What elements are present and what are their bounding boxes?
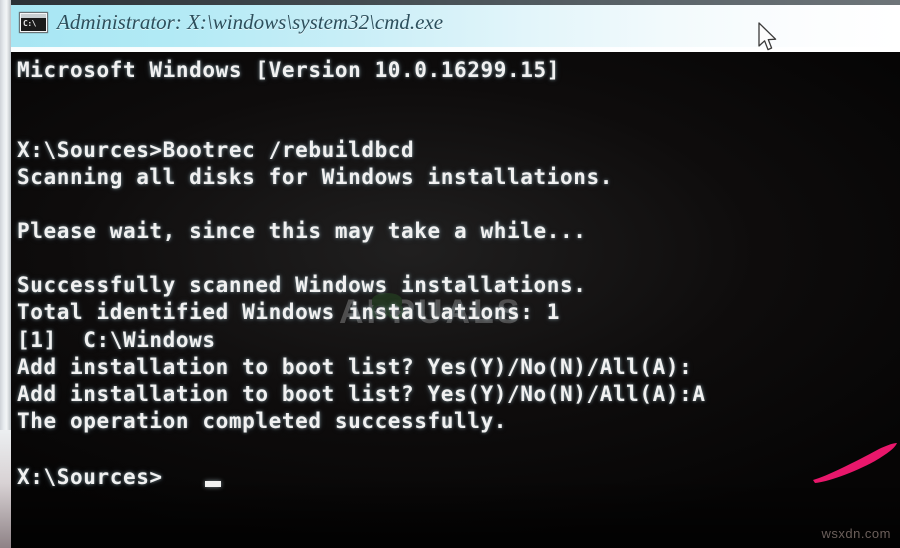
console-line: X:\Sources>: [17, 465, 163, 489]
console-line: Add installation to boot list? Yes(Y)/No…: [17, 355, 693, 379]
site-credit: wsxdn.com: [821, 526, 891, 541]
console-window[interactable]: APPUALS Microsoft Windows [Version 10.0.…: [9, 52, 900, 548]
console-line: Please wait, since this may take a while…: [17, 219, 587, 243]
console-line: Add installation to boot list? Yes(Y)/No…: [17, 382, 706, 406]
console-line: Microsoft Windows [Version 10.0.16299.15…: [17, 58, 560, 82]
console-line: The operation completed successfully.: [17, 409, 507, 433]
console-line: Total identified Windows installations: …: [17, 300, 560, 324]
screenshot-photo: C:\ Administrator: X:\windows\system32\c…: [0, 0, 900, 548]
cmd-exe-icon[interactable]: C:\: [19, 12, 48, 33]
titlebar-content: C:\ Administrator: X:\windows\system32\c…: [19, 12, 443, 33]
console-line: X:\Sources>Bootrec /rebuildbcd: [17, 138, 415, 162]
pink-highlight-stroke: [813, 443, 897, 483]
window-title: Administrator: X:\windows\system32\cmd.e…: [57, 10, 444, 34]
console-caret: [205, 481, 221, 487]
screen-left-edge-lower: [0, 430, 11, 548]
console-line: [1] C:\Windows: [17, 328, 216, 352]
console-line: Successfully scanned Windows installatio…: [17, 273, 587, 297]
cmd-icon-screen: C:\: [21, 18, 46, 31]
console-line: Scanning all disks for Windows installat…: [17, 165, 613, 189]
mouse-pointer-icon: [758, 22, 777, 51]
